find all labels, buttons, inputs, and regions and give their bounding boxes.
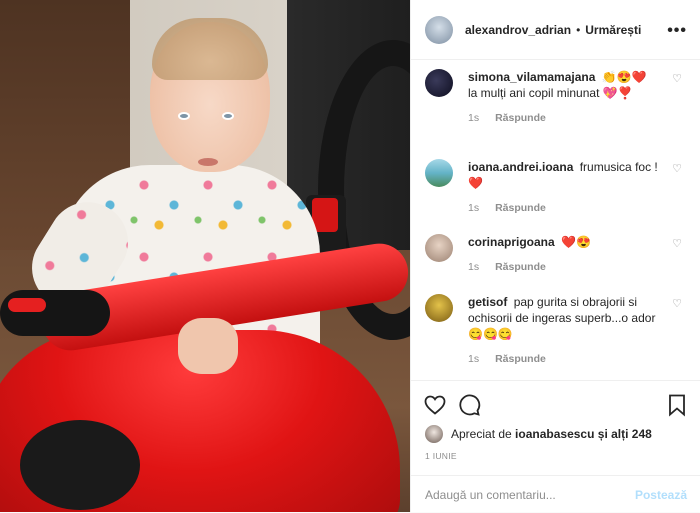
post-actions: Apreciat de ioanabasescu și alți 248 1 I… [411, 380, 700, 512]
bookmark-icon[interactable] [665, 393, 689, 417]
comment-body: ioana.andrei.ioana frumusica foc ! ❤️ 1s… [468, 159, 658, 216]
comment-meta: 1s Răspunde [468, 110, 658, 126]
small-heart-icon[interactable]: ♡ [671, 298, 683, 310]
comment-item: ioana.andrei.ioana frumusica foc ! ❤️ 1s… [425, 159, 687, 216]
commenter-avatar[interactable] [425, 234, 453, 262]
reply-button[interactable]: Răspunde [495, 112, 546, 124]
comment-username[interactable]: getisof [468, 295, 507, 309]
reply-button[interactable]: Răspunde [495, 353, 546, 365]
post-header: alexandrov_adrian • Urmărești ••• [411, 0, 700, 60]
more-options-icon[interactable]: ••• [667, 22, 687, 40]
reply-button[interactable]: Răspunde [495, 261, 546, 273]
add-comment-bar: Postează [411, 475, 700, 513]
commenter-avatar[interactable] [425, 69, 453, 97]
comment-meta: 1s Răspunde [468, 351, 658, 367]
small-heart-icon[interactable]: ♡ [671, 73, 683, 85]
post-comment-button[interactable]: Postează [635, 488, 687, 502]
comment-item: getisof pap gurita si obrajorii si ochis… [425, 294, 687, 367]
photo-baby-mouth [198, 158, 218, 166]
header-separator: • [576, 22, 581, 37]
comment-item: simona_vilamamajana 👏😍❤️ la mulți ani co… [425, 69, 687, 126]
small-heart-icon[interactable]: ♡ [671, 163, 683, 175]
small-heart-icon[interactable]: ♡ [671, 238, 683, 250]
photo-baby-eye-left [178, 112, 190, 120]
likes-count[interactable]: și alți 248 [598, 427, 652, 441]
likes-prefix: Apreciat de [451, 427, 512, 441]
photo-baby-hand [178, 318, 238, 374]
commenter-avatar[interactable] [425, 294, 453, 322]
likes-summary: Apreciat de ioanabasescu și alți 248 [425, 425, 652, 443]
photo-baby-hair [152, 18, 268, 80]
comment-time[interactable]: 1s [468, 202, 479, 214]
reply-button[interactable]: Răspunde [495, 202, 546, 214]
comment-body: corinaprigoana ❤️😍 1s Răspunde [468, 234, 658, 275]
comments-list[interactable]: simona_vilamamajana 👏😍❤️ la mulți ani co… [411, 60, 700, 380]
comment-body: simona_vilamamajana 👏😍❤️ la mulți ani co… [468, 69, 658, 126]
author-username[interactable]: alexandrov_adrian [465, 23, 571, 37]
comment-username[interactable]: simona_vilamamajana [468, 70, 595, 84]
commenter-avatar[interactable] [425, 159, 453, 187]
liker-username[interactable]: ioanabasescu [515, 427, 594, 441]
comment-time[interactable]: 1s [468, 353, 479, 365]
photo-baby-eye-right [222, 112, 234, 120]
heart-icon[interactable] [423, 393, 447, 417]
photo-steering-wheel [0, 290, 110, 336]
comment-meta: 1s Răspunde [468, 200, 658, 216]
comment-item: corinaprigoana ❤️😍 1s Răspunde ♡ [425, 234, 687, 275]
comment-time[interactable]: 1s [468, 261, 479, 273]
post-photo[interactable] [0, 0, 410, 512]
comment-time[interactable]: 1s [468, 112, 479, 124]
comment-text: ❤️😍 [561, 235, 591, 249]
comment-input[interactable] [425, 487, 635, 502]
follow-button[interactable]: Urmărești [585, 23, 641, 37]
comment-username[interactable]: corinaprigoana [468, 235, 555, 249]
comment-body: getisof pap gurita si obrajorii si ochis… [468, 294, 658, 367]
liker-avatar[interactable] [425, 425, 443, 443]
comment-username[interactable]: ioana.andrei.ioana [468, 160, 573, 174]
author-avatar[interactable] [425, 15, 453, 44]
instagram-post: alexandrov_adrian • Urmărești ••• simona… [0, 0, 700, 512]
photo-steering-button [8, 298, 46, 312]
post-sidebar: alexandrov_adrian • Urmărești ••• simona… [410, 0, 700, 512]
comment-icon[interactable] [457, 393, 481, 417]
comment-meta: 1s Răspunde [468, 259, 658, 275]
action-icons-row [423, 393, 689, 419]
photo-car-pole-button [312, 198, 338, 232]
photo-car-wheel [20, 420, 140, 510]
post-date[interactable]: 1 IUNIE [425, 451, 457, 461]
